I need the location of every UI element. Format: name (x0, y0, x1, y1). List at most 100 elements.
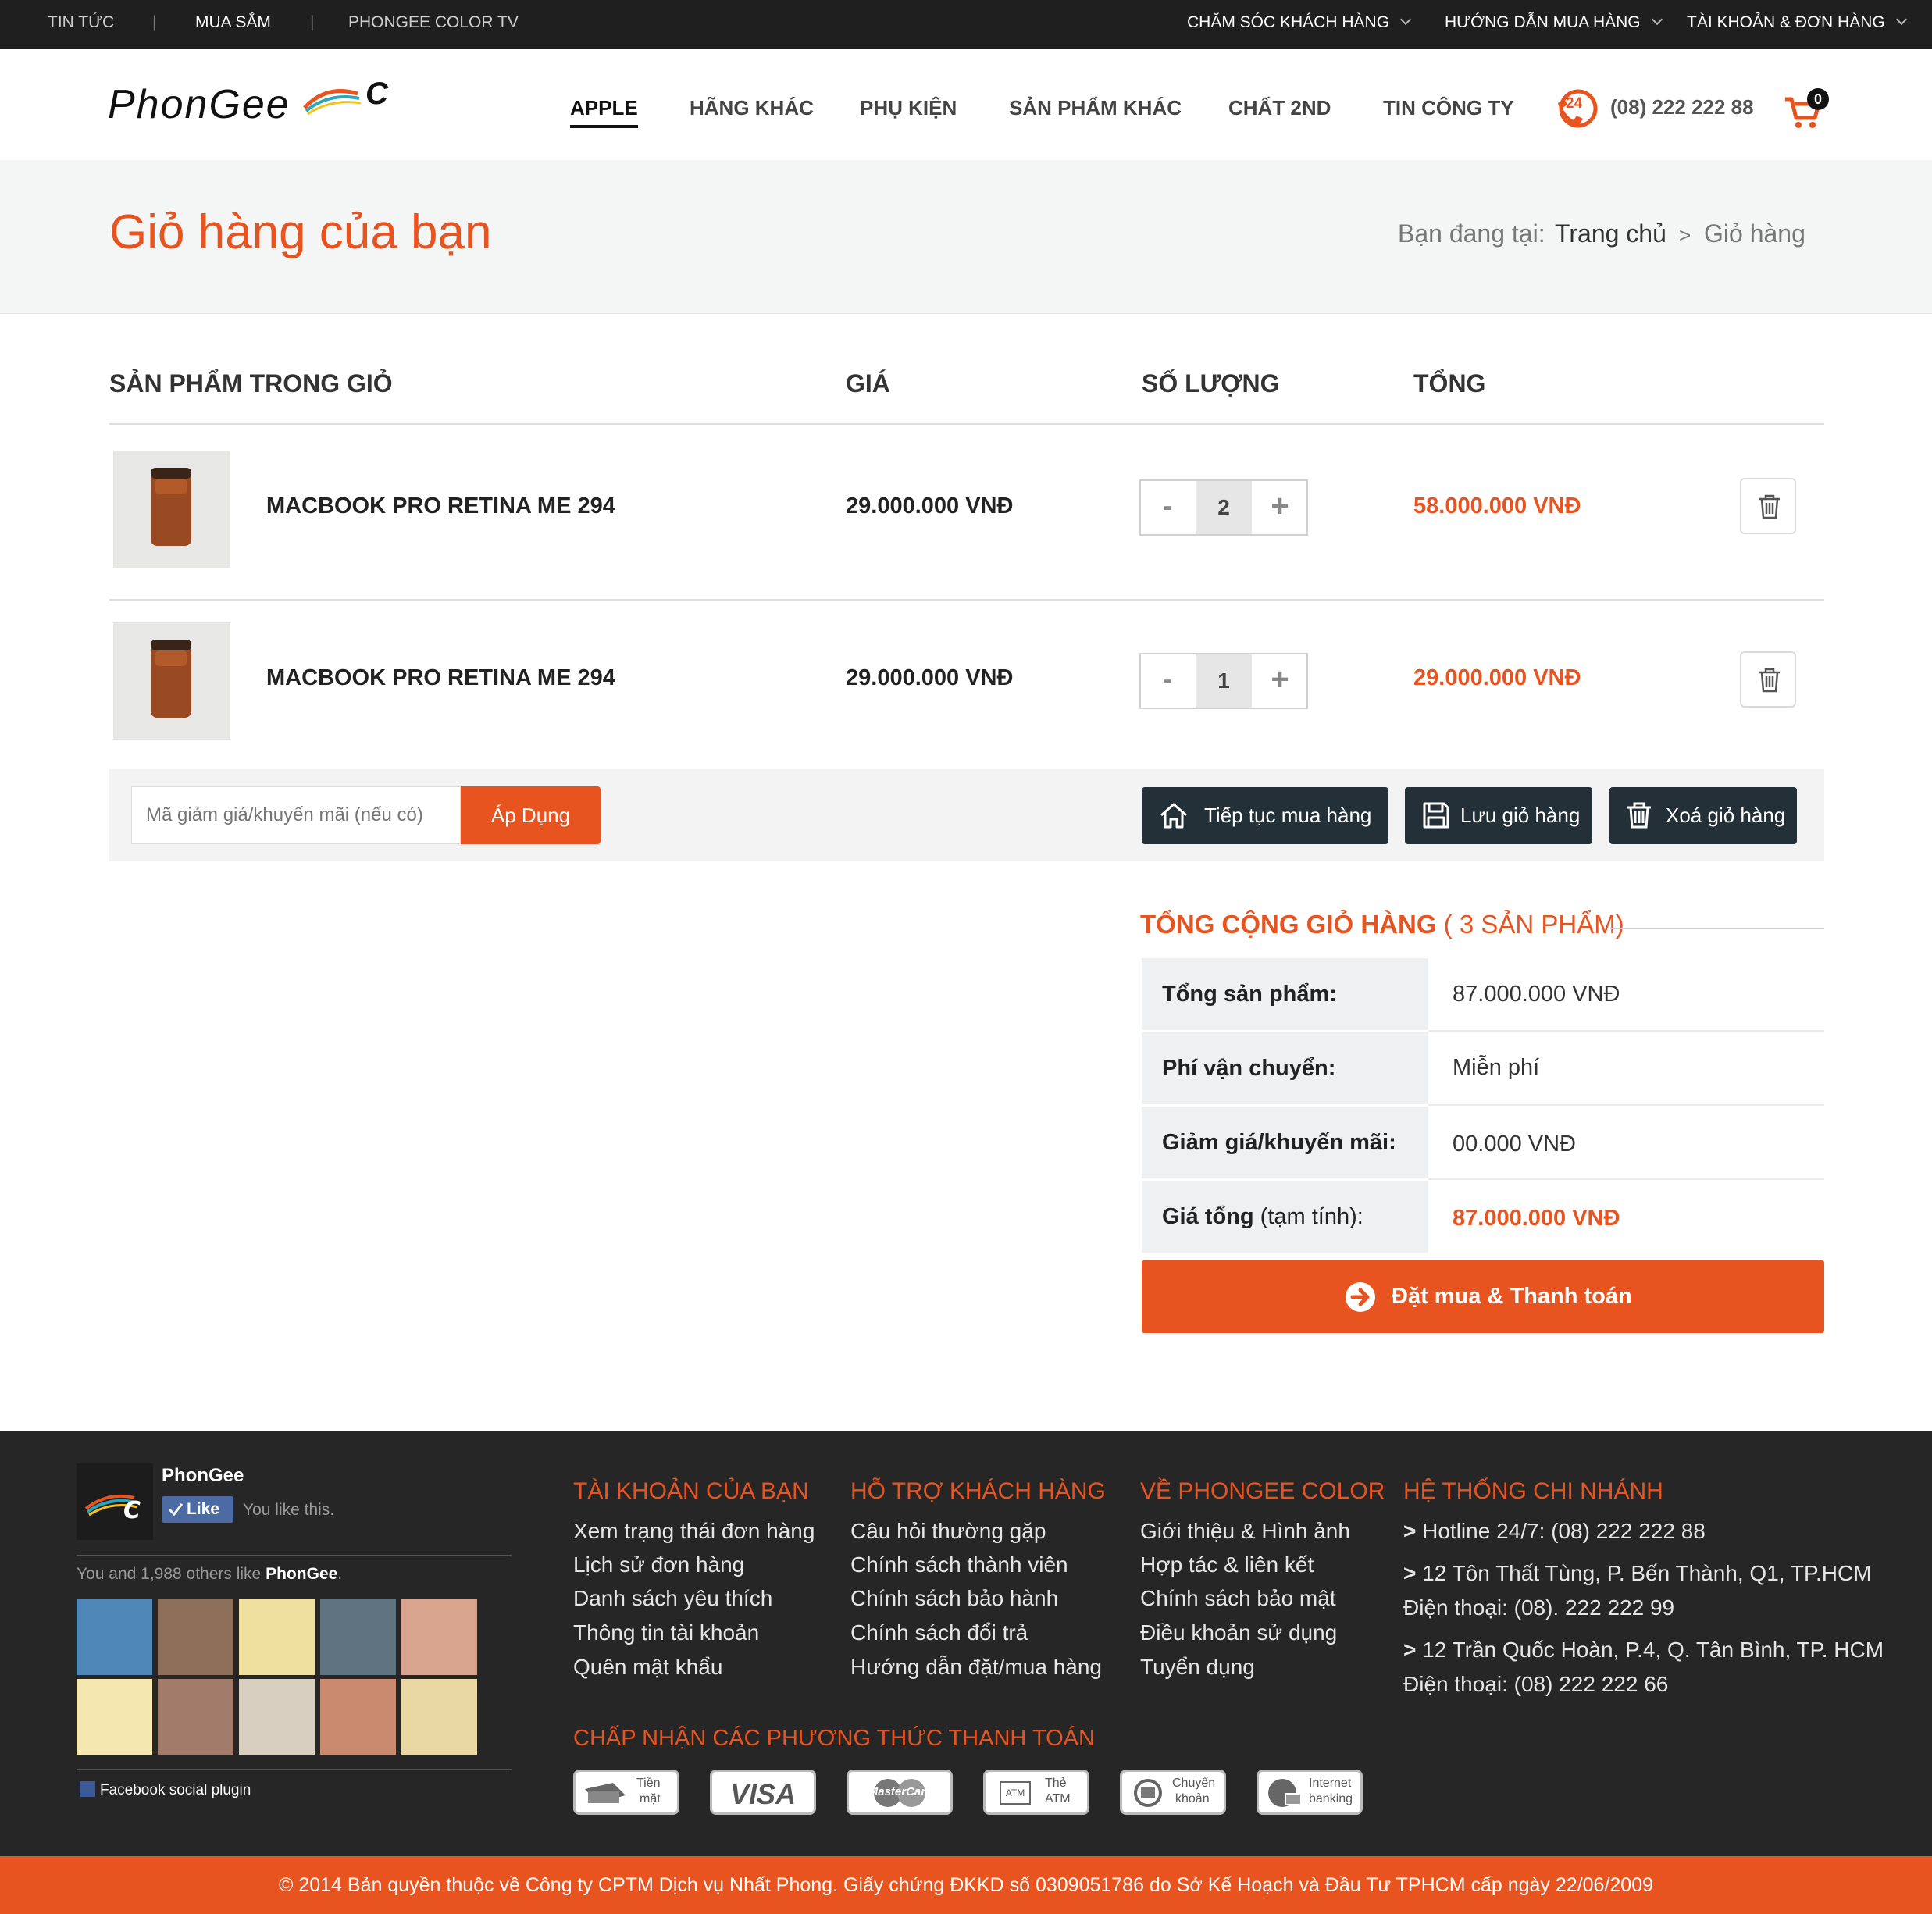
facebook-fans-grid (77, 1599, 478, 1755)
footer-link-faq[interactable]: Câu hỏi thường gặp (850, 1519, 1046, 1544)
footer-link-order-history[interactable]: Lịch sử đơn hàng (573, 1552, 744, 1577)
nav-other-brands[interactable]: HÃNG KHÁC (690, 96, 814, 120)
footer-link-membership[interactable]: Chính sách thành viên (850, 1552, 1068, 1577)
fan-avatar[interactable] (77, 1599, 152, 1675)
header-phone[interactable]: (08) 222 222 88 (1610, 95, 1754, 119)
footer-link-order-guide[interactable]: Hướng dẫn đặt/mua hàng (850, 1655, 1102, 1680)
fan-avatar[interactable] (401, 1599, 477, 1675)
facebook-page-avatar[interactable]: C (77, 1463, 153, 1540)
checkout-button[interactable]: Đặt mua & Thanh toán (1142, 1260, 1824, 1333)
footer-link-partnership[interactable]: Hợp tác & liên kết (1140, 1552, 1314, 1577)
coupon-input[interactable] (131, 786, 461, 844)
logo-mark: C (365, 77, 388, 111)
product-thumbnail[interactable] (113, 622, 230, 740)
footer-hotline: > Hotline 24/7: (08) 222 222 88 (1403, 1519, 1706, 1544)
fan-avatar[interactable] (239, 1679, 315, 1755)
footer-link-careers[interactable]: Tuyển dụng (1140, 1655, 1255, 1680)
facebook-like-button[interactable]: Like (162, 1496, 233, 1523)
payment-cash-line2: mặt (640, 1792, 661, 1805)
topbar-account[interactable]: TÀI KHOẢN & ĐƠN HÀNG (1687, 0, 1907, 49)
facebook-plugin-label: Facebook social plugin (100, 1782, 251, 1798)
cart-summary-title: TỔNG CỘNG GIỎ HÀNG ( 3 SẢN PHẨM) (1140, 910, 1624, 939)
nav-other-products[interactable]: SẢN PHẨM KHÁC (1009, 96, 1182, 120)
cart-count-badge: 0 (1807, 88, 1829, 110)
logo-swoosh-icon (303, 89, 362, 116)
remove-item-button[interactable] (1740, 478, 1796, 534)
footer-branch-1-phone: Điện thoại: (08). 222 222 99 (1403, 1595, 1675, 1620)
column-header-price: GIÁ (846, 369, 890, 397)
payment-cash: Tiền mặt (573, 1770, 679, 1815)
continue-shopping-button[interactable]: Tiếp tục mua hàng (1142, 787, 1388, 844)
subtotal-label: Tổng sản phẩm: (1142, 958, 1428, 1030)
fan-avatar[interactable] (401, 1679, 477, 1755)
divider (1428, 1030, 1824, 1032)
fan-avatar[interactable] (320, 1599, 396, 1675)
footer-link-warranty[interactable]: Chính sách bảo hành (850, 1586, 1058, 1611)
atm-card-icon: ATM (1000, 1781, 1031, 1805)
fan-avatar[interactable] (158, 1599, 233, 1675)
footer-link-forgot-password[interactable]: Quên mật khẩu (573, 1655, 722, 1680)
payment-atm: ATM Thẻ ATM (983, 1770, 1089, 1815)
fan-avatar[interactable] (77, 1679, 152, 1755)
topbar-separator: | (310, 13, 315, 31)
apply-coupon-button[interactable]: Áp Dụng (461, 786, 601, 844)
divider (77, 1555, 512, 1556)
payment-visa: VISA (710, 1770, 816, 1815)
breadcrumb-prefix: Bạn đang tại: (1398, 219, 1545, 248)
column-header-total: TỔNG (1413, 369, 1486, 397)
cart-button[interactable]: 0 (1784, 88, 1830, 130)
product-thumbnail[interactable] (113, 451, 230, 568)
fan-avatar[interactable] (320, 1679, 396, 1755)
nav-apple[interactable]: APPLE (570, 96, 638, 128)
topbar-link-colortv[interactable]: PHONGEE COLOR TV (348, 0, 519, 49)
clear-cart-button[interactable]: Xoá giỏ hàng (1609, 787, 1797, 844)
topbar-link-news[interactable]: TIN TỨC (48, 0, 114, 49)
footer-link-returns[interactable]: Chính sách đổi trả (850, 1620, 1028, 1645)
footer-heading-support: HỖ TRỢ KHÁCH HÀNG (850, 1478, 1106, 1504)
nav-accessories[interactable]: PHỤ KIỆN (860, 96, 957, 120)
decrease-button[interactable]: - (1141, 481, 1194, 534)
footer-link-wishlist[interactable]: Danh sách yêu thích (573, 1586, 772, 1611)
line-total: 58.000.000 VNĐ (1413, 494, 1581, 519)
footer-link-privacy[interactable]: Chính sách bảo mật (1140, 1586, 1336, 1611)
nav-company-news[interactable]: TIN CÔNG TY (1383, 96, 1514, 120)
topbar-customer-care[interactable]: CHĂM SÓC KHÁCH HÀNG (1187, 0, 1412, 49)
facebook-plugin-credit[interactable]: Facebook social plugin (80, 1781, 251, 1799)
product-price: 29.000.000 VNĐ (846, 665, 1014, 690)
fan-avatar[interactable] (239, 1599, 315, 1675)
topbar-link-shopping[interactable]: MUA SẮM (195, 0, 271, 49)
increase-button[interactable]: + (1253, 481, 1306, 534)
footer-link-terms[interactable]: Điều khoản sử dụng (1140, 1620, 1337, 1645)
divider (1428, 1104, 1824, 1106)
mastercard-label: MasterCard (868, 1785, 933, 1798)
save-icon (1423, 802, 1449, 829)
footer-link-account-info[interactable]: Thông tin tài khoản (573, 1620, 759, 1645)
increase-button[interactable]: + (1253, 654, 1306, 708)
bank-transfer-icon (1134, 1779, 1162, 1807)
remove-item-button[interactable] (1740, 651, 1796, 708)
nav-2nd[interactable]: CHẤT 2ND (1228, 96, 1331, 120)
fan-avatar[interactable] (158, 1679, 233, 1755)
payment-atm-line2: ATM (1045, 1792, 1071, 1805)
checkmark-icon (168, 1503, 184, 1517)
product-name[interactable]: MACBOOK PRO RETINA ME 294 (266, 494, 615, 519)
decrease-button[interactable]: - (1141, 654, 1194, 708)
quantity-value[interactable]: 1 (1196, 654, 1252, 708)
bullet-arrow: > (1403, 1638, 1417, 1662)
breadcrumb-current: Giỏ hàng (1704, 219, 1805, 248)
payment-transfer-line1: Chuyển (1172, 1777, 1216, 1790)
bullet-arrow: > (1403, 1519, 1417, 1543)
save-cart-button[interactable]: Lưu giỏ hàng (1405, 787, 1592, 844)
hotline-badge: 24 (1566, 95, 1583, 112)
footer-branch-1-address-text: 12 Tôn Thất Tùng, P. Bến Thành, Q1, TP.H… (1422, 1561, 1872, 1585)
breadcrumb-home[interactable]: Trang chủ (1555, 219, 1666, 248)
product-name[interactable]: MACBOOK PRO RETINA ME 294 (266, 665, 615, 691)
footer-link-about[interactable]: Giới thiệu & Hình ảnh (1140, 1519, 1350, 1544)
grand-total-label: Giá tổng (tạm tính): (1142, 1181, 1428, 1253)
footer-link-order-status[interactable]: Xem trạng thái đơn hàng (573, 1519, 815, 1544)
facebook-page-name[interactable]: PhonGee (162, 1465, 244, 1487)
quantity-value[interactable]: 2 (1196, 481, 1252, 534)
logo[interactable]: PhonGee C (108, 77, 393, 133)
svg-text:C: C (123, 1497, 141, 1524)
topbar-buying-guide[interactable]: HƯỚNG DẪN MUA HÀNG (1445, 0, 1663, 49)
